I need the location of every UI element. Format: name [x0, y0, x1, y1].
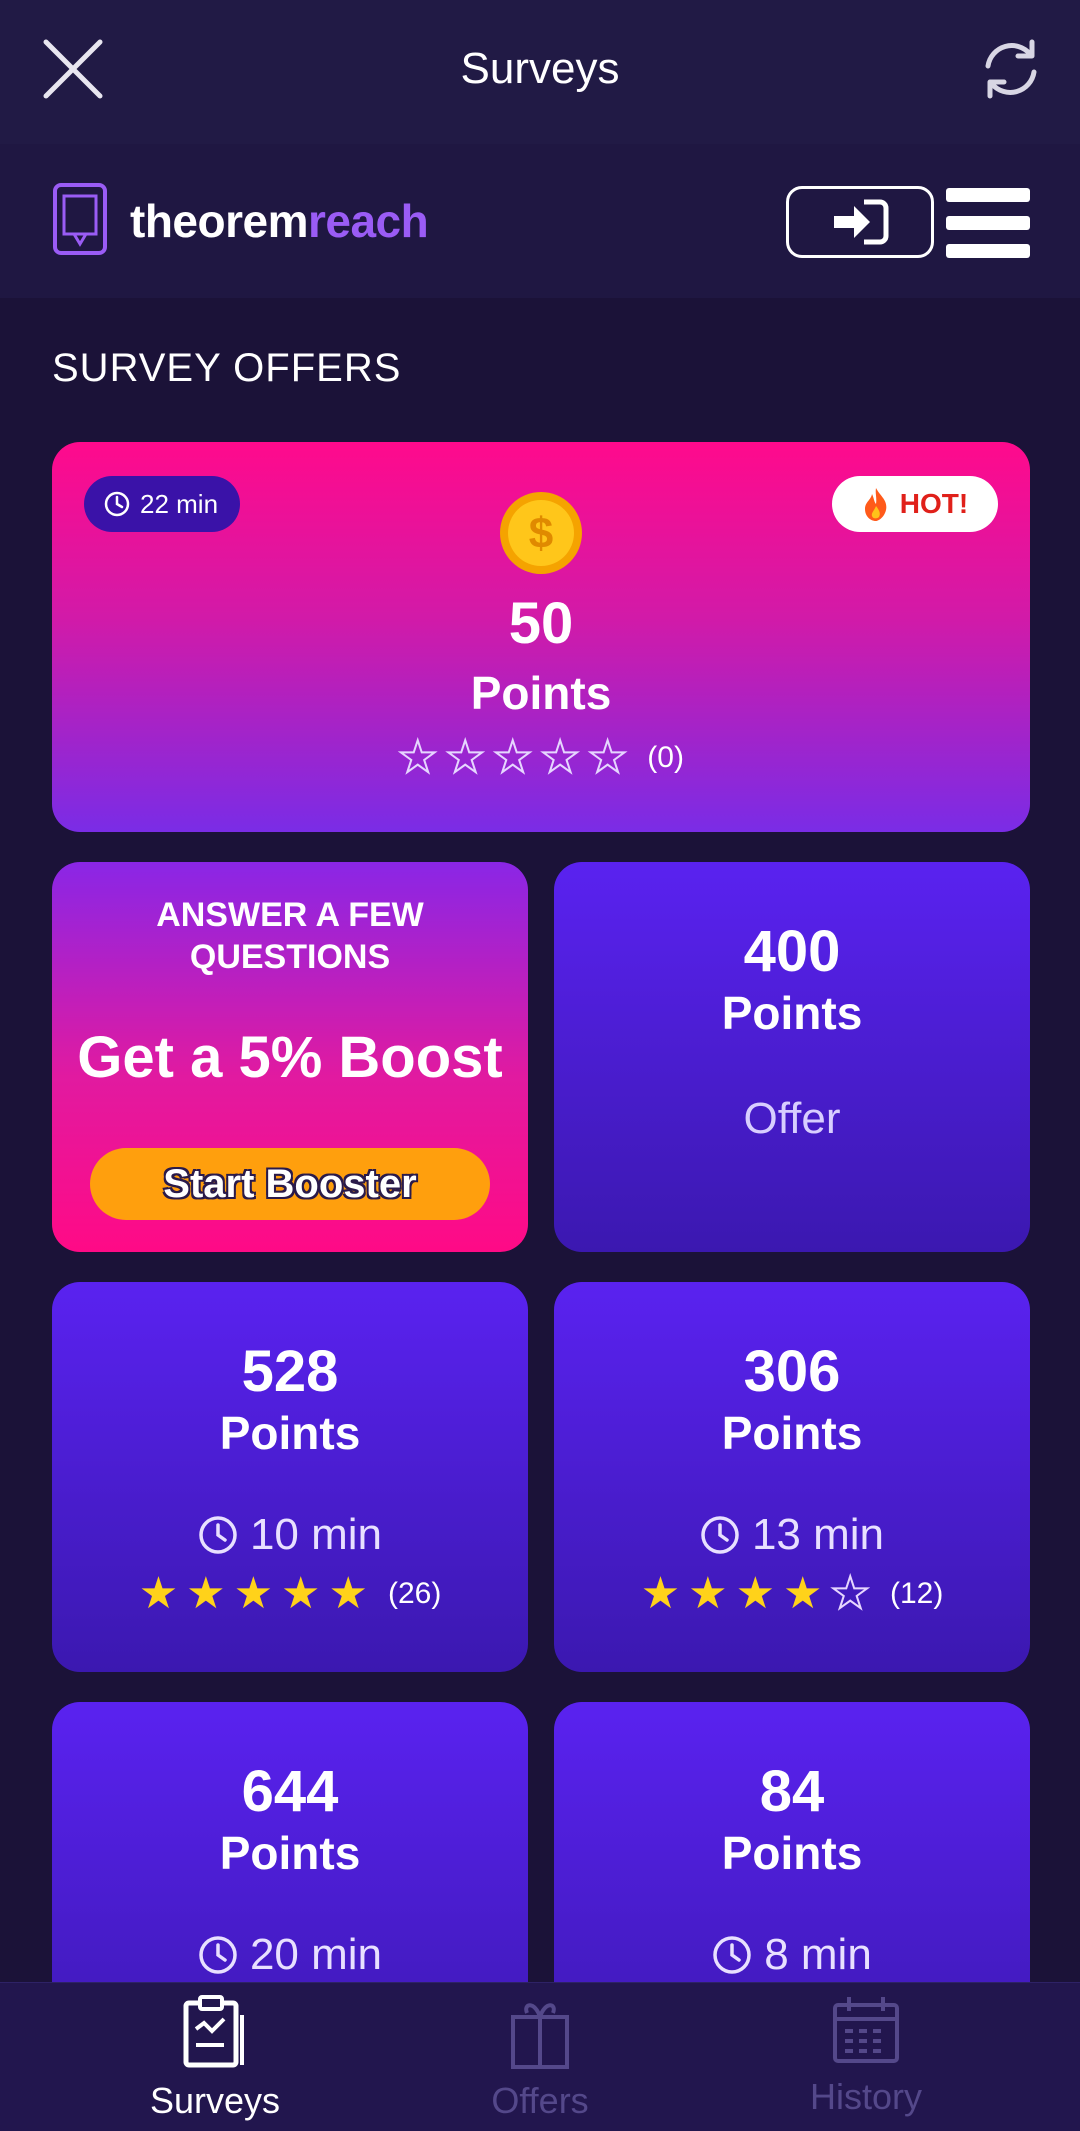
hot-badge: HOT! [832, 476, 998, 532]
time-label: 22 min [140, 488, 219, 519]
star-full-icon: ★ [688, 1569, 728, 1618]
star-empty-icon: ★ [492, 732, 533, 783]
star-empty-icon: ★ [444, 732, 485, 783]
rating-count: (0) [647, 740, 684, 774]
offer-type-label: Offer [743, 1094, 841, 1143]
booster-card: ANSWER A FEW QUESTIONS Get a 5% Boost St… [52, 862, 528, 1252]
rating-count: (12) [889, 1576, 944, 1610]
svg-text:$: $ [529, 509, 553, 558]
star-full-icon: ★ [735, 1569, 776, 1618]
tab-offers[interactable]: Offers [420, 1995, 660, 2122]
theoremreach-logo-icon [52, 182, 108, 262]
clock-icon [713, 1936, 751, 1974]
clock-icon [104, 491, 130, 517]
fire-icon [864, 488, 887, 521]
points-value: 50 [508, 591, 574, 656]
time-label: 10 min [249, 1510, 383, 1559]
survey-time: 20 min [52, 1930, 528, 1980]
star-full-icon: ★ [640, 1569, 681, 1618]
tab-history[interactable]: History [746, 1995, 986, 2118]
star-empty-icon: ★ [587, 732, 628, 783]
star-rating: ★ ★ ★ ★ ★ (12) [554, 1568, 1030, 1619]
time-label: 13 min [751, 1510, 885, 1559]
star-full-icon: ★ [328, 1569, 368, 1618]
refresh-icon [985, 39, 1037, 99]
points-label: Points [219, 1407, 361, 1459]
points-label: Points [721, 1407, 863, 1459]
tab-surveys[interactable]: Surveys [95, 1995, 335, 2122]
brand-bar: theoremreach [0, 144, 1080, 298]
refresh-button[interactable] [978, 36, 1044, 102]
brand-name-part2: reach [307, 195, 429, 247]
star-rating: ★ ★ ★ ★ ★ (0) [52, 732, 1030, 783]
hot-survey-card[interactable]: 22 min HOT! $ 50 Points ★ ★ ★ ★ ★ (0) [52, 442, 1030, 832]
survey-card[interactable]: 306 Points 13 min ★ ★ ★ ★ ★ (12) [554, 1282, 1030, 1672]
page-title: Surveys [460, 44, 620, 93]
star-full-icon: ★ [186, 1569, 226, 1618]
tab-label: History [809, 2076, 922, 2117]
clock-icon [199, 1936, 237, 1974]
time-label: 20 min [249, 1930, 383, 1979]
clock-icon [199, 1516, 237, 1554]
menu-button[interactable] [946, 188, 1030, 258]
star-full-icon: ★ [783, 1569, 823, 1618]
offer-card[interactable]: 400 Points Offer [554, 862, 1030, 1252]
booster-heading: ANSWER A FEW QUESTIONS [156, 896, 424, 976]
login-button[interactable] [786, 186, 934, 258]
tab-label: Offers [491, 2080, 589, 2121]
points-label: Points [721, 987, 863, 1039]
survey-time: 8 min [554, 1930, 1030, 1980]
brand-name-part1: theorem [130, 195, 308, 247]
gift-icon [511, 2003, 569, 2069]
points-value: 400 [743, 919, 841, 984]
clipboard-icon [183, 1995, 244, 2068]
star-full-icon: ★ [233, 1569, 274, 1618]
star-empty-icon: ★ [829, 1568, 870, 1619]
star-full-icon: ★ [138, 1569, 179, 1618]
survey-time: 13 min [554, 1510, 1030, 1560]
hot-label: HOT! [899, 488, 969, 519]
rating-count: (26) [387, 1576, 442, 1610]
hamburger-icon [946, 188, 1030, 258]
coin-icon: $ [498, 490, 584, 576]
tab-label: Surveys [149, 2080, 281, 2121]
points-value: 84 [759, 1759, 825, 1824]
top-bar: Surveys [0, 0, 1080, 144]
bottom-nav: Surveys Offers History [0, 1982, 1080, 2131]
sign-in-icon [834, 199, 889, 245]
section-title: SURVEY OFFERS [52, 346, 402, 390]
star-empty-icon: ★ [397, 732, 438, 783]
booster-title: Get a 5% Boost [77, 1025, 503, 1090]
points-label: Points [470, 667, 612, 719]
star-full-icon: ★ [281, 1569, 321, 1618]
points-value: 306 [743, 1339, 841, 1404]
points-label: Points [721, 1827, 863, 1879]
points-value: 644 [241, 1759, 339, 1824]
survey-time: 10 min [52, 1510, 528, 1560]
start-booster-button[interactable]: Start Booster [90, 1148, 490, 1220]
time-label: 8 min [764, 1930, 872, 1979]
survey-card[interactable]: 528 Points 10 min ★ ★ ★ ★ ★ (26) [52, 1282, 528, 1672]
time-badge: 22 min [84, 476, 241, 532]
points-value: 528 [241, 1339, 339, 1404]
points-label: Points [219, 1827, 361, 1879]
clock-icon [701, 1516, 739, 1554]
star-empty-icon: ★ [539, 732, 580, 783]
star-rating: ★ ★ ★ ★ ★ (26) [52, 1568, 528, 1619]
calendar-icon [833, 1997, 899, 2063]
brand-name: theoremreach [130, 194, 429, 248]
